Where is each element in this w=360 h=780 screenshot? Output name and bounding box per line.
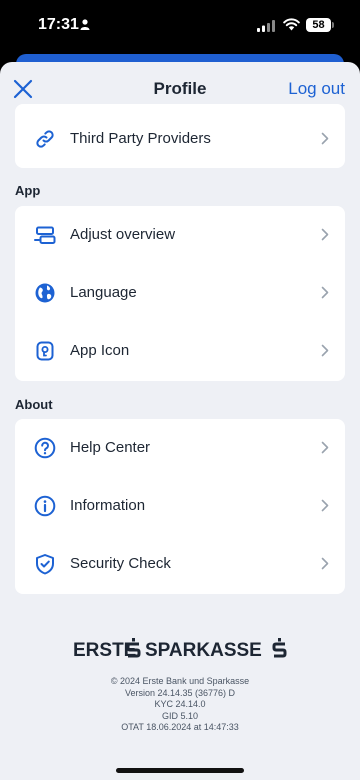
list-item-label: Information — [70, 497, 146, 514]
layout-icon — [34, 226, 56, 244]
kyc-text: KYC 24.14.0 — [154, 699, 206, 709]
chevron-right-icon — [321, 557, 329, 570]
app-icon-icon — [36, 341, 54, 361]
list-item-label: Language — [70, 284, 137, 301]
list-item-label: Third Party Providers — [70, 130, 211, 147]
person-icon — [80, 19, 90, 30]
copyright-text: © 2024 Erste Bank und Sparkasse — [110, 676, 250, 686]
status-time: 17:31 — [38, 16, 79, 33]
logout-button[interactable]: Log out — [288, 79, 345, 99]
brand-left-text: ERSTE — [73, 640, 136, 661]
otat-text: OTAT 18.06.2024 at 14:47:33 — [121, 722, 239, 732]
cellular-signal-icon — [257, 20, 275, 32]
profile-sheet: Profile Log out Third Party Providers Ap… — [0, 62, 360, 780]
connections-card: Third Party Providers — [15, 104, 345, 168]
list-item-language[interactable]: Language — [15, 264, 345, 322]
battery-tip — [332, 22, 334, 28]
home-indicator — [116, 768, 244, 773]
about-card: Help Center Information Security Check — [15, 419, 345, 594]
chevron-right-icon — [321, 499, 329, 512]
list-item-third-party-providers[interactable]: Third Party Providers — [15, 110, 345, 168]
close-icon[interactable] — [12, 78, 34, 100]
question-icon — [34, 437, 56, 459]
section-title-app: App — [15, 183, 41, 198]
version-text: Version 24.14.35 (36776) D — [124, 687, 236, 698]
battery-indicator: 58 — [306, 18, 331, 32]
list-item-label: Help Center — [70, 439, 151, 456]
shield-check-icon — [36, 554, 54, 575]
list-item-help-center[interactable]: Help Center — [15, 419, 345, 477]
list-item-information[interactable]: Information — [15, 477, 345, 535]
link-icon — [36, 130, 54, 148]
list-item-adjust-overview[interactable]: Adjust overview — [15, 206, 345, 264]
list-item-label: Security Check — [70, 555, 171, 572]
wifi-icon — [283, 18, 300, 31]
chevron-right-icon — [321, 286, 329, 299]
brand-logo: ERSTE SPARKASSE — [0, 636, 360, 667]
globe-icon — [35, 283, 55, 303]
sparkasse-s-icon — [272, 638, 287, 658]
gid-text: GID 5.10 — [161, 710, 199, 721]
chevron-right-icon — [321, 344, 329, 357]
app-settings-card: Adjust overview Language App Icon — [15, 206, 345, 381]
chevron-right-icon — [321, 132, 329, 145]
list-item-label: Adjust overview — [70, 226, 176, 243]
list-item-app-icon[interactable]: App Icon — [15, 322, 345, 380]
brand-right-text: SPARKASSE — [145, 640, 262, 661]
list-item-security-check[interactable]: Security Check — [15, 535, 345, 593]
list-item-label: App Icon — [70, 342, 130, 359]
status-bar: 17:31 58 — [0, 0, 360, 54]
chevron-right-icon — [321, 228, 329, 241]
section-title-about: About — [15, 397, 53, 412]
erste-sparkasse-logo: ERSTE SPARKASSE — [73, 638, 287, 661]
info-icon — [34, 495, 56, 517]
app-version-info: © 2024 Erste Bank und Sparkasse Version … — [0, 676, 360, 734]
chevron-right-icon — [321, 441, 329, 454]
